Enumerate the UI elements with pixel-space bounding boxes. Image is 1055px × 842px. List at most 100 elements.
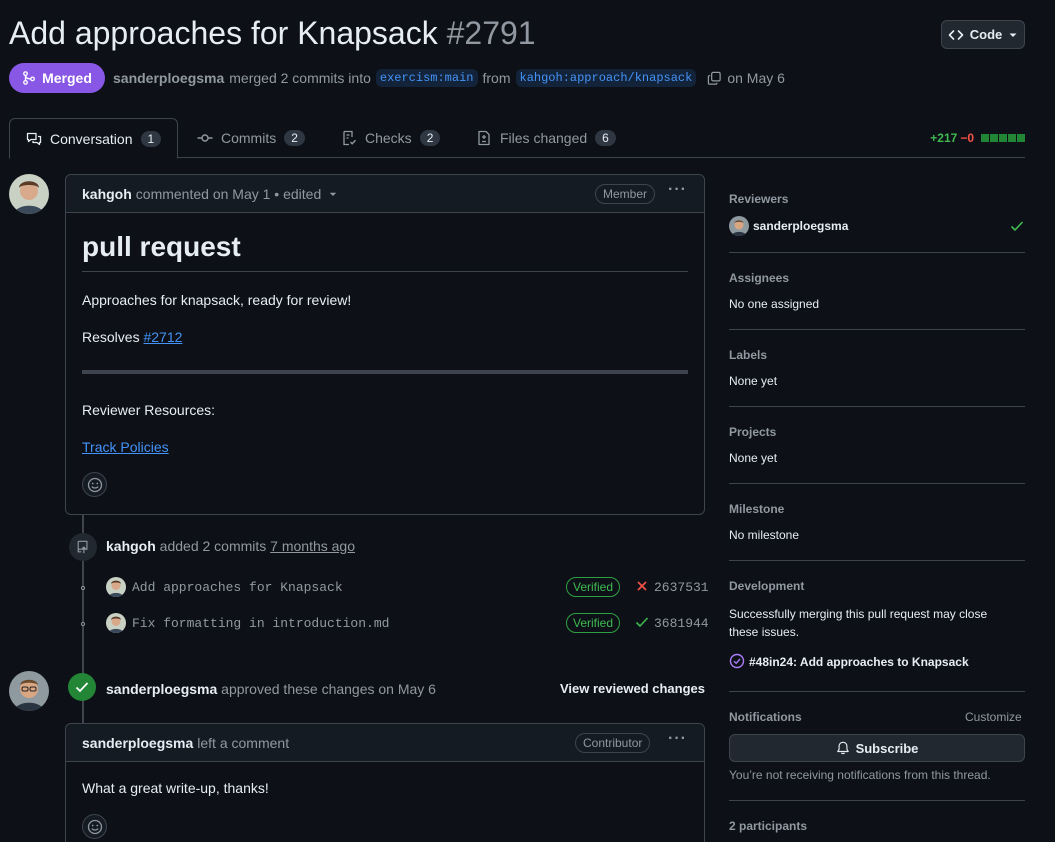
comment-body: What a great write-up, thanks! [82,780,269,796]
diffstat-additions: +217 [930,131,958,145]
tab-conversation-label: Conversation [50,130,133,147]
linked-issue-link[interactable]: #48in24: Add approaches to Knapsack [749,655,969,669]
tab-conversation-count: 1 [140,130,162,147]
horizontal-rule [82,370,688,374]
assignees-heading[interactable]: Assignees [729,271,1025,285]
track-policies-link[interactable]: Track Policies [82,439,169,455]
role-badge: Member [595,184,656,204]
tab-files-changed[interactable]: Files changed 6 [476,118,616,158]
smiley-icon [87,819,103,835]
commit-dot-icon [76,622,90,626]
commits-event-author[interactable]: kahgoh [106,538,156,554]
code-icon [948,27,964,43]
avatar[interactable] [106,613,126,633]
avatar[interactable] [9,671,49,711]
labels-heading[interactable]: Labels [729,348,1025,362]
tab-checks-count: 2 [419,130,441,146]
kebab-menu-icon[interactable]: ··· [668,181,687,199]
divider [729,800,1025,801]
divider [729,252,1025,253]
tab-files-changed-label: Files changed [500,130,588,146]
view-reviewed-changes-button[interactable]: View reviewed changes [560,681,705,696]
comment-header: sanderploegsma left a comment Contributo… [66,724,704,762]
development-text: Successfully merging this pull request m… [729,607,988,639]
merge-author-link[interactable]: sanderploegsma [113,70,224,86]
verified-badge[interactable]: Verified [566,613,621,633]
participants-heading: 2 participants [729,819,808,833]
avatar[interactable] [729,216,749,236]
milestone-value: No milestone [729,528,800,542]
commit-dot-icon [76,586,90,590]
repo-push-badge [69,533,97,561]
base-branch[interactable]: exercism:main [375,69,478,87]
subscribe-button[interactable]: Subscribe [729,734,1025,762]
review-event-author[interactable]: sanderploegsma [106,681,217,697]
commit-sha-link[interactable]: 3681944 [654,616,709,631]
pr-tabs: Conversation 1 Commits 2 Checks 2 Files … [9,118,1025,159]
copy-icon[interactable] [707,71,722,86]
comment-meta[interactable]: commented on May 1 • edited [136,186,321,202]
projects-heading[interactable]: Projects [729,425,1025,439]
tab-conversation[interactable]: Conversation 1 [9,118,179,159]
tab-checks-label: Checks [365,130,412,146]
reviewers-heading[interactable]: Reviewers [729,192,1025,206]
check-icon [1010,220,1024,232]
issue-closed-icon [729,653,745,669]
pr-title-text: Add approaches for Knapsack [9,15,438,51]
caret-down-icon[interactable] [329,190,337,198]
repo-push-icon [76,540,90,554]
commit-message-link[interactable]: Fix formatting in introduction.md [132,616,389,631]
heading-divider [82,271,688,272]
commits-event: kahgoh added 2 commits 7 months ago [106,538,355,554]
code-button[interactable]: Code [941,20,1025,49]
comment-discussion-icon [26,131,42,147]
add-reaction-button[interactable] [82,814,107,839]
notification-note: You’re not receiving notifications from … [729,768,991,782]
pr-number: #2791 [446,15,536,51]
pr-meta: sanderploegsma merged 2 commits into exe… [113,69,785,87]
tab-checks[interactable]: Checks 2 [341,118,441,158]
code-button-label: Code [969,27,1003,42]
diffstat[interactable]: +217 −0 [930,131,1025,145]
milestone-heading[interactable]: Milestone [729,502,1025,516]
resolves-issue-link[interactable]: #2712 [143,329,182,345]
divider [729,691,1025,692]
avatar[interactable] [9,174,49,214]
commit-message-link[interactable]: Add approaches for Knapsack [132,580,343,595]
tab-commits-count: 2 [284,130,305,146]
projects-value: None yet [729,451,778,465]
reviewer-name[interactable]: sanderploegsma [753,219,848,233]
commits-event-time[interactable]: 7 months ago [270,538,355,554]
customize-link[interactable]: Customize [965,710,1022,724]
divider [729,560,1025,561]
merge-date: on May 6 [727,70,785,86]
assignees-value: No one assigned [729,297,820,311]
role-badge: Contributor [575,733,651,753]
check-icon[interactable] [635,616,649,628]
add-reaction-button[interactable] [82,472,107,497]
comment-author[interactable]: kahgoh [82,186,132,202]
diffstat-blocks [980,134,1025,142]
resolves-label: Resolves [82,329,140,345]
divider [729,406,1025,407]
commits-event-text: added 2 commits [159,538,267,554]
tab-commits[interactable]: Commits 2 [197,118,305,158]
review-event-text: approved these changes on May 6 [221,681,436,697]
verified-badge[interactable]: Verified [566,577,621,597]
smiley-icon [87,477,103,493]
approved-badge [68,673,96,701]
avatar[interactable] [106,577,126,597]
merged-status-label: Merged [42,70,92,86]
commit-sha-link[interactable]: 2637531 [654,580,709,595]
head-branch[interactable]: kahgoh:approach/knapsack [515,69,697,87]
x-icon[interactable] [636,580,648,592]
comment-heading: pull request [82,231,241,262]
development-heading[interactable]: Development [729,579,1025,593]
comment-header: kahgoh commented on May 1 • edited Membe… [66,175,704,213]
comment-paragraph: Approaches for knapsack, ready for revie… [82,292,352,308]
resolves-line: Resolves #2712 [82,329,182,345]
pr-description-comment: kahgoh commented on May 1 • edited Membe… [65,174,705,515]
kebab-menu-icon[interactable]: ··· [668,730,687,748]
tab-files-changed-count: 6 [595,130,616,146]
comment-author[interactable]: sanderploegsma [82,735,193,751]
